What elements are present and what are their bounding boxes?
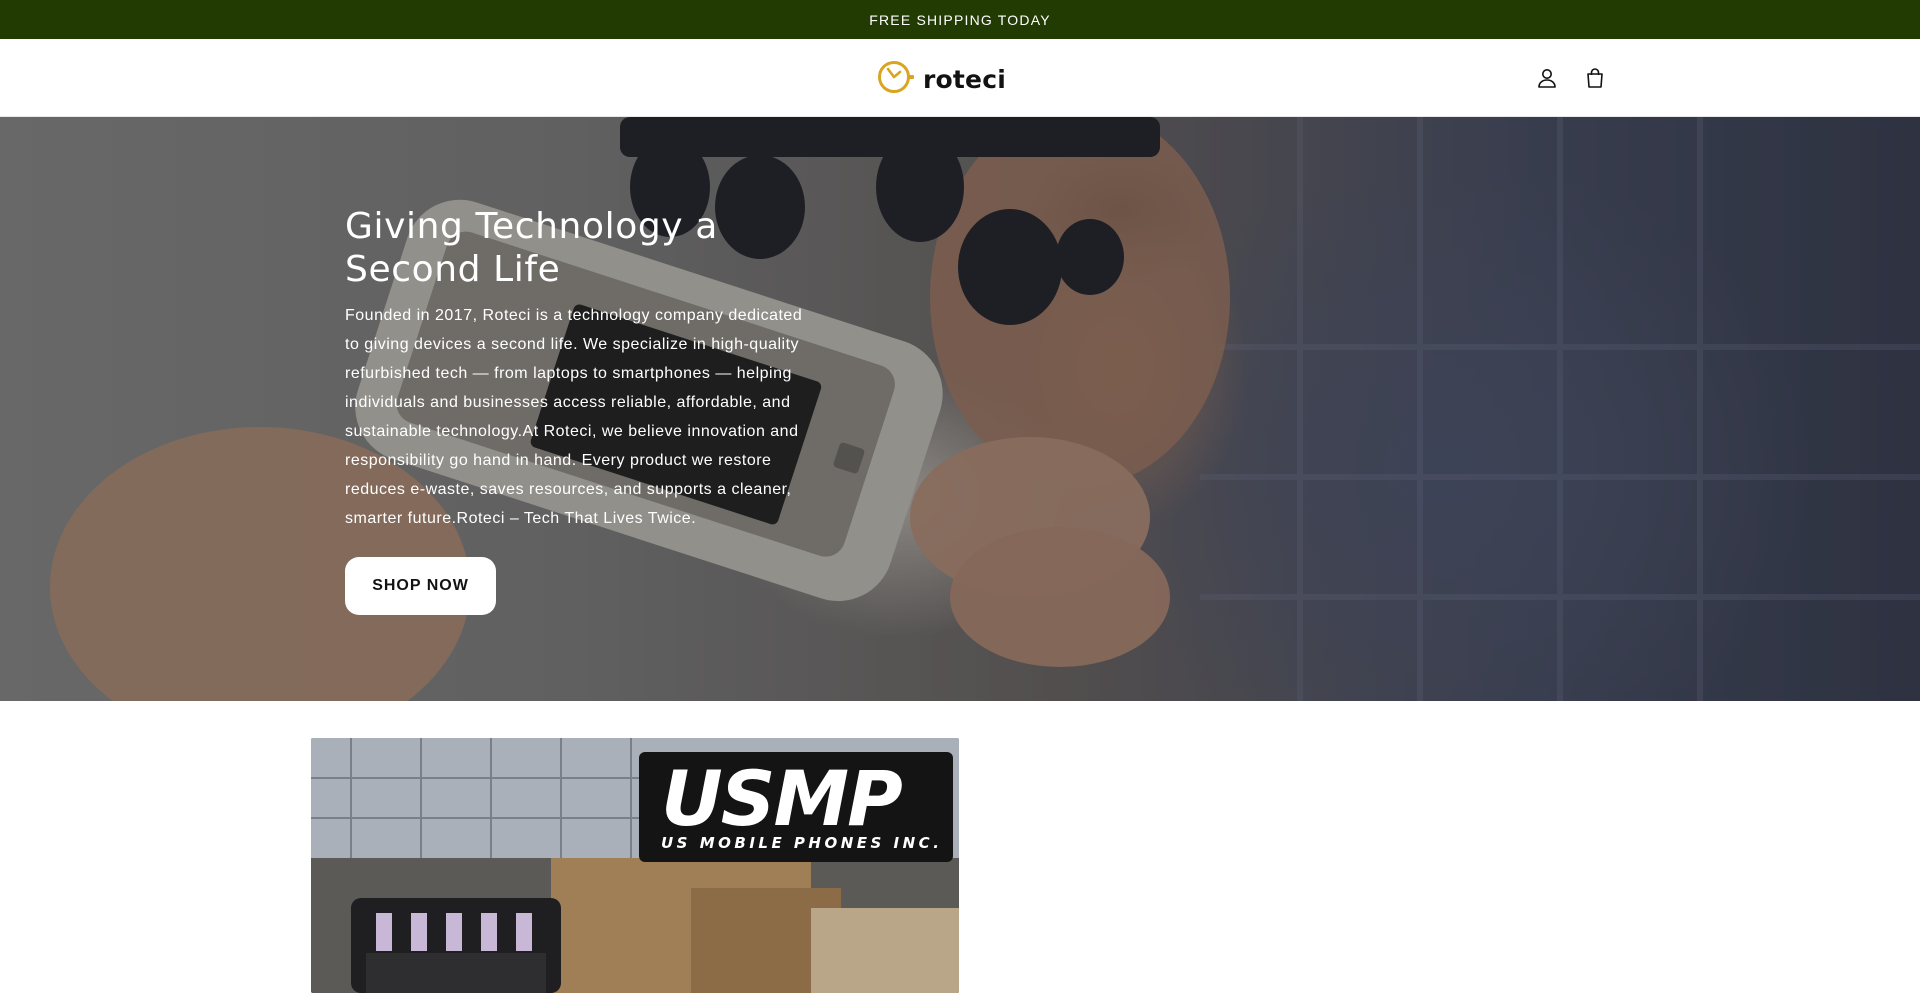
hero-content: Giving Technology a Second Life Founded … — [345, 205, 825, 615]
account-icon[interactable] — [1532, 63, 1562, 93]
announcement-bar: FREE SHIPPING TODAY — [0, 0, 1920, 39]
usmp-brand-image[interactable]: USMP US MOBILE PHONES INC. — [311, 738, 959, 993]
usmp-logo-main: USMP — [661, 754, 903, 843]
logo-text: roteci — [923, 64, 1006, 94]
shop-now-button[interactable]: SHOP NOW — [345, 557, 496, 615]
hero-description: Founded in 2017, Roteci is a technology … — [345, 307, 803, 527]
usmp-logo-sub: US MOBILE PHONES INC. — [661, 834, 943, 852]
hero-banner: Giving Technology a Second Life Founded … — [0, 117, 1920, 701]
clock-logo-icon — [877, 59, 915, 100]
header-actions — [1532, 63, 1610, 93]
cart-icon[interactable] — [1580, 63, 1610, 93]
usmp-logo: USMP US MOBILE PHONES INC. — [639, 752, 953, 862]
hero-overlay — [0, 117, 1920, 701]
site-header: roteci — [0, 39, 1920, 117]
announcement-text: FREE SHIPPING TODAY — [869, 11, 1051, 28]
logo-link[interactable]: roteci — [877, 59, 1006, 100]
hero-title: Giving Technology a Second Life — [345, 206, 718, 290]
